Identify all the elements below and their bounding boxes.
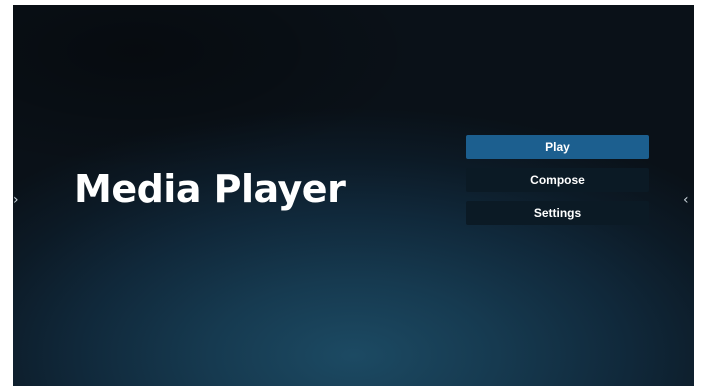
play-button[interactable]: Play — [466, 135, 649, 159]
chevron-left-icon[interactable]: ‹ — [683, 193, 689, 207]
chevron-right-icon[interactable]: › — [13, 193, 19, 207]
screen: › Media Player Play Compose Settings ‹ — [13, 5, 694, 386]
settings-button[interactable]: Settings — [466, 201, 649, 225]
main-menu: Play Compose Settings — [466, 135, 649, 234]
compose-button[interactable]: Compose — [466, 168, 649, 192]
page-title: Media Player — [74, 167, 346, 211]
